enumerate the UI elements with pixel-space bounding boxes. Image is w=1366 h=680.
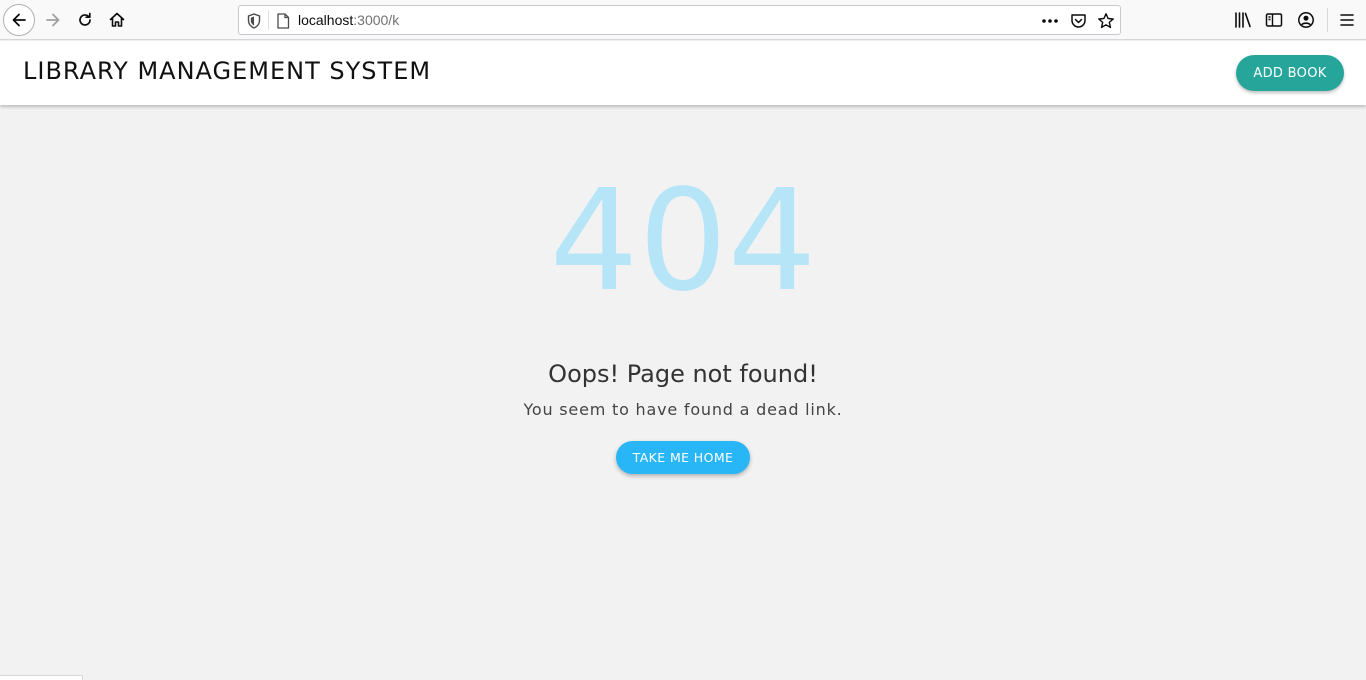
hamburger-menu-icon[interactable] bbox=[1336, 9, 1358, 31]
error-subtitle: You seem to have found a dead link. bbox=[523, 400, 843, 419]
add-book-button[interactable]: ADD BOOK bbox=[1236, 55, 1344, 91]
url-host: localhost bbox=[298, 12, 354, 28]
account-icon[interactable] bbox=[1295, 9, 1317, 31]
forward-button[interactable] bbox=[37, 4, 69, 36]
take-me-home-button[interactable]: TAKE ME HOME bbox=[616, 441, 750, 474]
url-separator bbox=[268, 10, 269, 30]
sidebar-icon[interactable] bbox=[1263, 9, 1285, 31]
reload-button[interactable] bbox=[69, 4, 101, 36]
page-icon[interactable] bbox=[273, 11, 293, 31]
home-nav-button[interactable] bbox=[101, 4, 133, 36]
back-button[interactable] bbox=[3, 4, 35, 36]
home-icon bbox=[109, 12, 125, 27]
reload-icon bbox=[79, 12, 91, 26]
back-arrow-icon bbox=[12, 13, 26, 27]
url-path: :3000/k bbox=[353, 12, 400, 28]
url-bar[interactable]: localhost:3000/k bbox=[238, 5, 1121, 35]
status-corner bbox=[0, 675, 83, 680]
more-icon[interactable] bbox=[1040, 11, 1060, 31]
app-header: LIBRARY MANAGEMENT SYSTEM ADD BOOK bbox=[0, 41, 1366, 105]
toolbar-separator bbox=[1327, 8, 1328, 32]
url-text[interactable]: localhost:3000/k bbox=[298, 12, 399, 28]
error-code: 404 bbox=[549, 160, 817, 323]
pocket-icon[interactable] bbox=[1068, 11, 1088, 31]
star-icon[interactable] bbox=[1096, 11, 1116, 31]
library-icon[interactable] bbox=[1232, 9, 1254, 31]
error-title: Oops! Page not found! bbox=[548, 360, 818, 388]
browser-toolbar: localhost:3000/k bbox=[0, 0, 1366, 40]
forward-arrow-icon bbox=[46, 13, 60, 27]
shield-icon[interactable] bbox=[244, 11, 264, 31]
app-title[interactable]: LIBRARY MANAGEMENT SYSTEM bbox=[23, 57, 431, 85]
